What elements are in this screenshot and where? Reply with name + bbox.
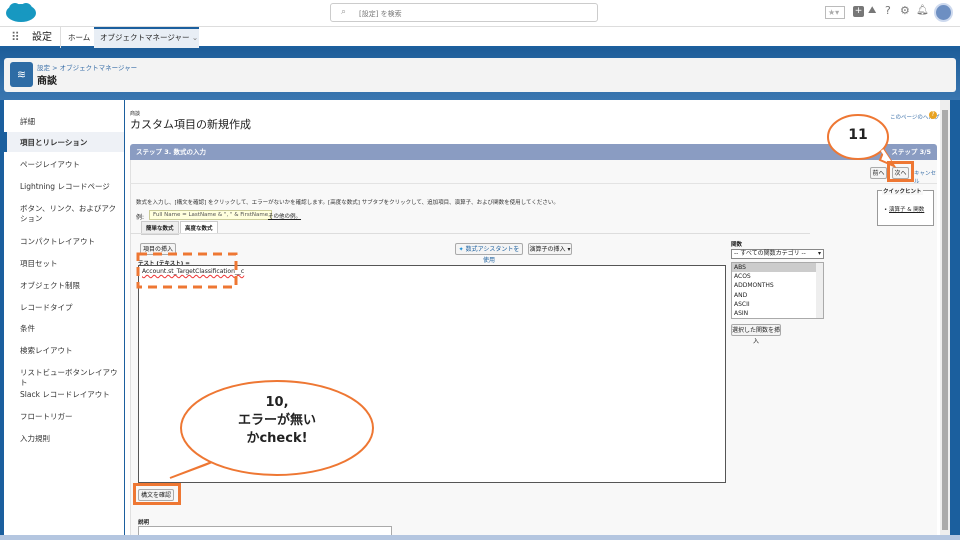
callout-10-text: 10, エラーが無い かcheck! [237, 395, 316, 446]
check-syntax-highlight [133, 483, 181, 505]
next-button-highlight [887, 161, 914, 182]
annotation-overlay [136, 114, 897, 479]
formula-highlight-dashed [136, 252, 238, 289]
callout-11-text: 11 [848, 127, 868, 143]
